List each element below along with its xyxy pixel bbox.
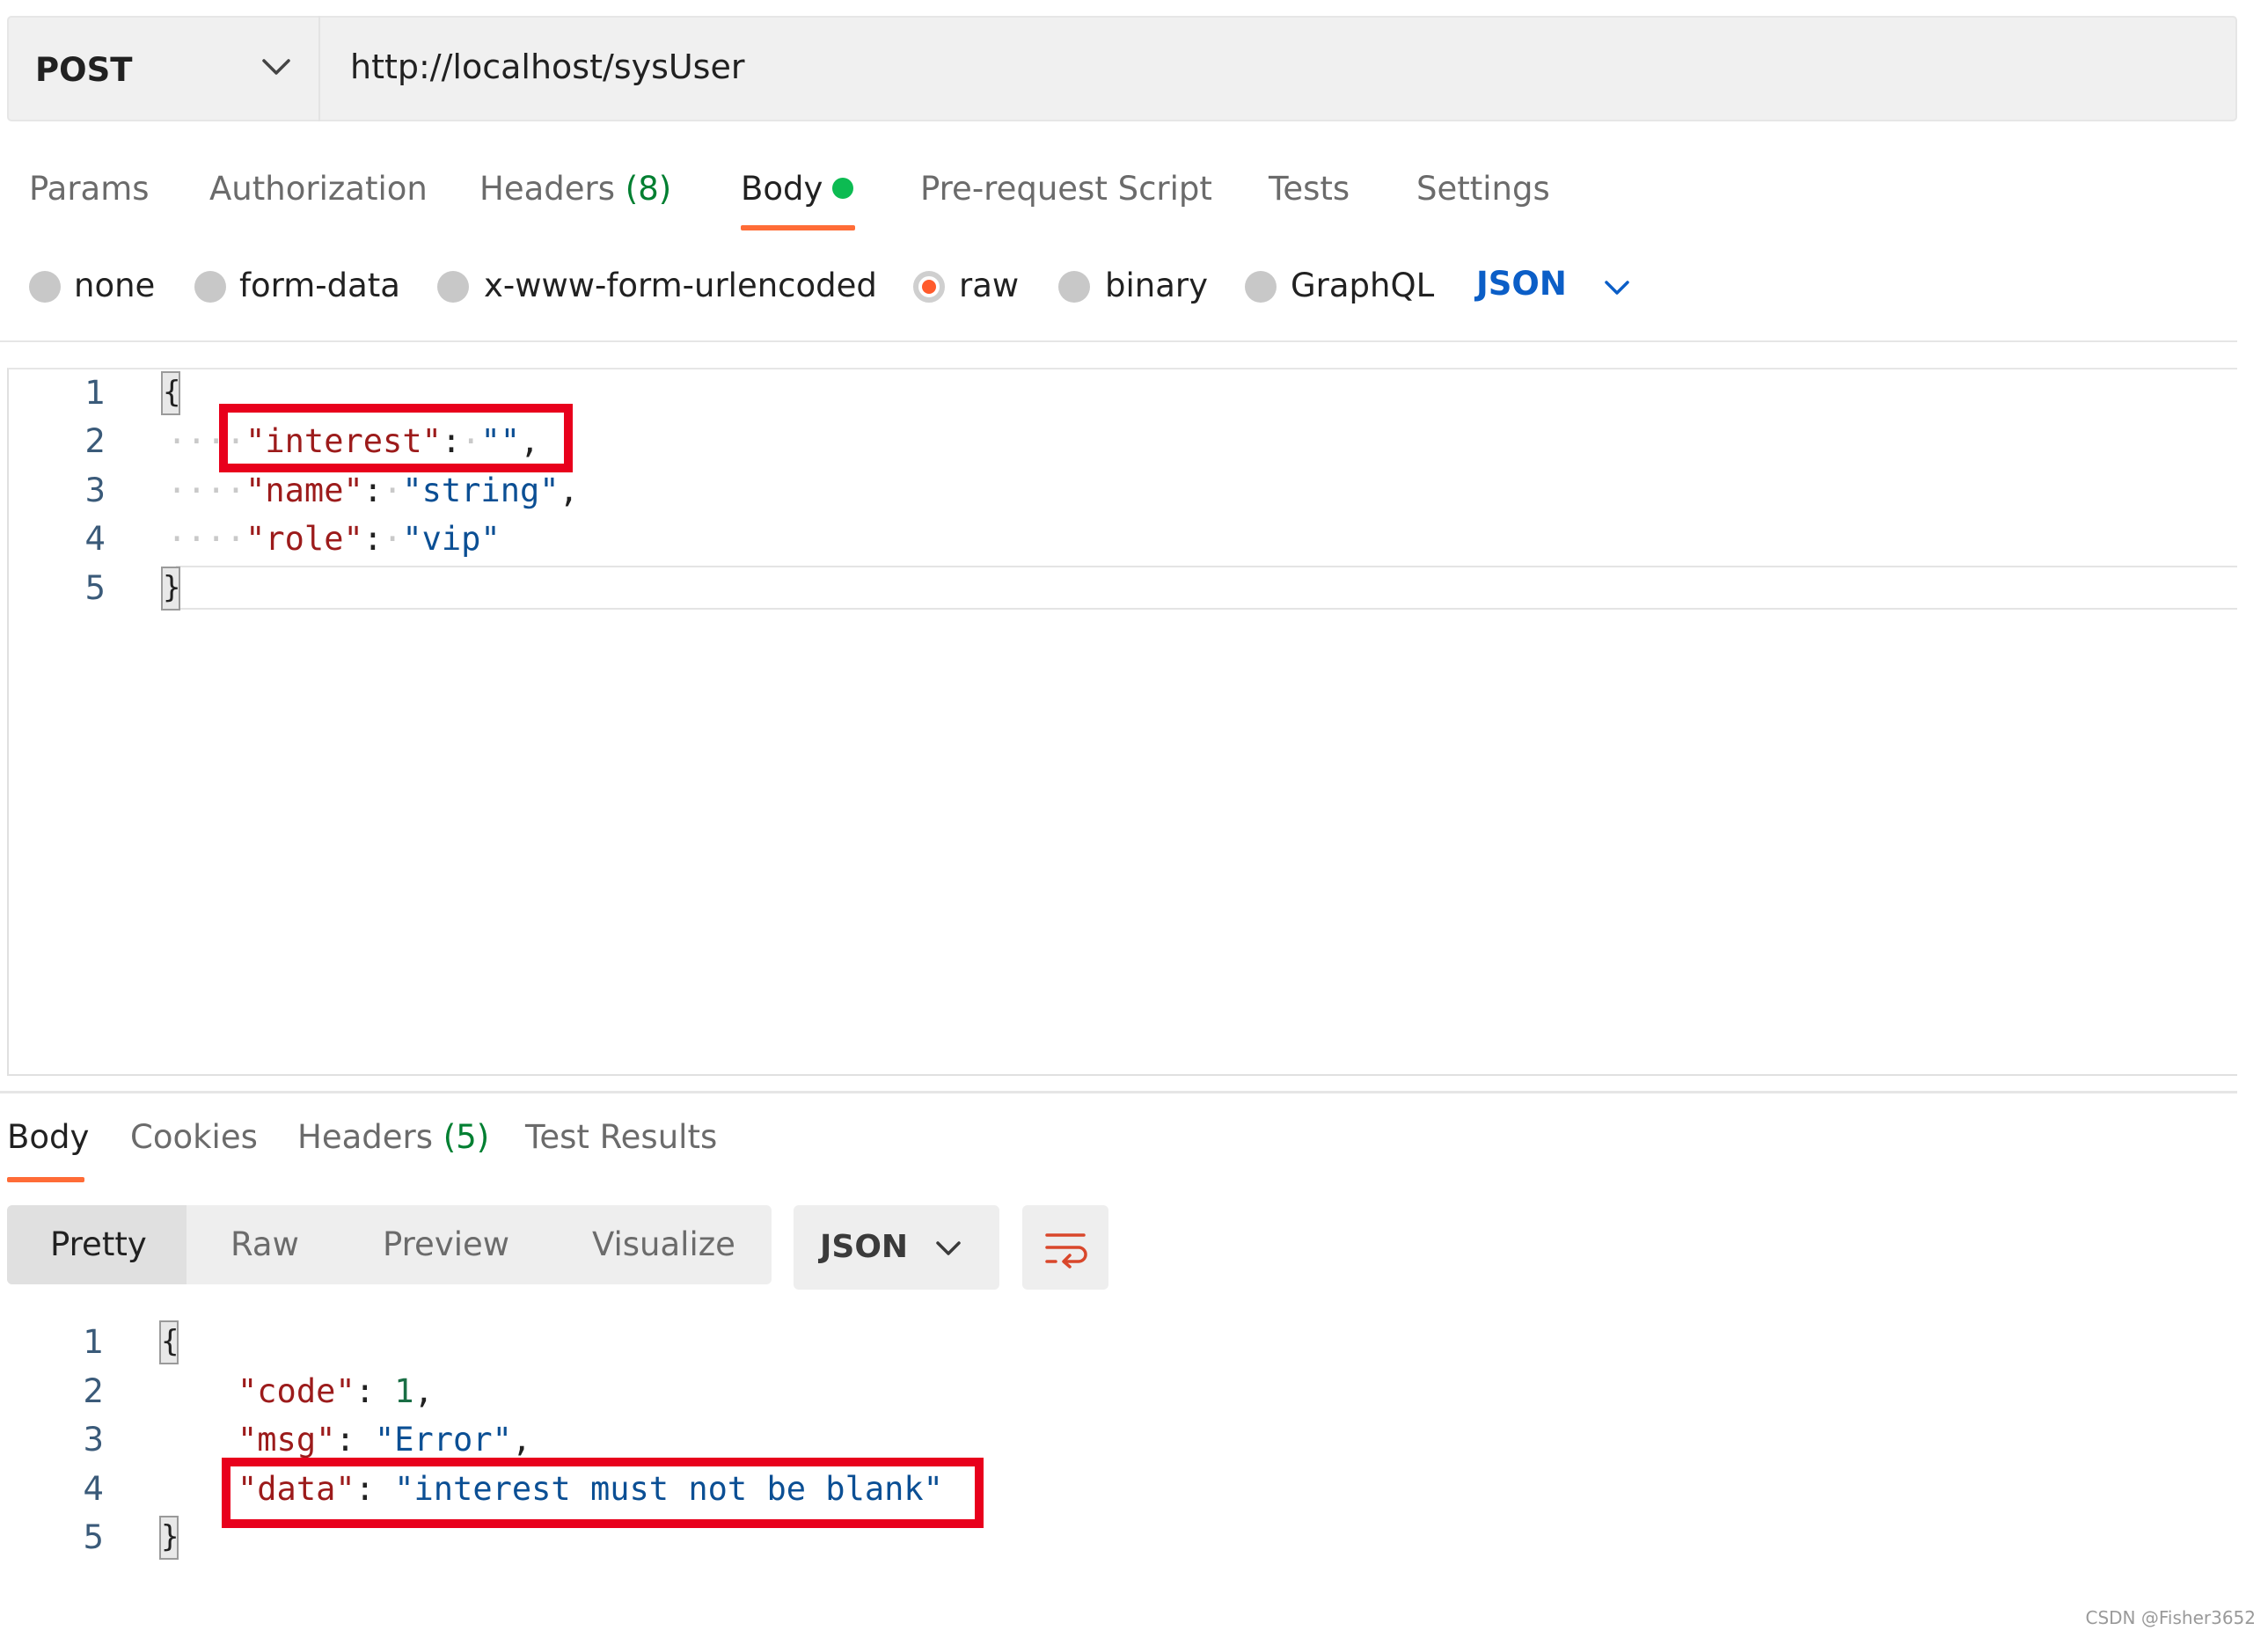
json-key: "code" <box>238 1372 355 1410</box>
chevron-down-icon[interactable] <box>934 1239 962 1258</box>
indent-guide: ···· <box>167 520 246 558</box>
indent-guide: · <box>383 520 403 558</box>
tab-params[interactable]: Params <box>29 167 150 211</box>
radio-raw-label[interactable]: raw <box>959 264 1019 308</box>
json-value: "vip" <box>402 520 501 558</box>
close-brace: } <box>159 1516 179 1560</box>
radio-none[interactable] <box>29 271 61 303</box>
line-number: 5 <box>84 569 106 607</box>
tab-settings[interactable]: Settings <box>1416 167 1550 211</box>
response-tab-headers[interactable]: Headers (5) <box>297 1115 489 1159</box>
response-language-label: JSON <box>820 1229 909 1265</box>
line-number: 3 <box>83 1421 104 1459</box>
indent-guide: ···· <box>167 472 246 509</box>
tab-headers-count: (8) <box>625 170 672 208</box>
view-mode-raw[interactable]: Raw <box>230 1223 299 1267</box>
view-mode-visualize[interactable]: Visualize <box>592 1223 735 1267</box>
json-value: "string" <box>402 472 560 509</box>
tab-body[interactable]: Body <box>741 167 823 211</box>
line-number: 5 <box>83 1518 104 1556</box>
radio-x-www-form-urlencoded[interactable] <box>437 271 469 303</box>
wrap-lines-icon <box>1045 1233 1087 1269</box>
chevron-down-icon[interactable] <box>1603 278 1631 297</box>
close-brace: } <box>161 567 180 611</box>
radio-form-data[interactable] <box>194 271 226 303</box>
indent-guide: · <box>383 472 403 509</box>
line-number: 1 <box>84 374 106 412</box>
code-line: ····"role":·"vip" <box>167 520 501 558</box>
code-line: "msg": "Error", <box>238 1421 532 1459</box>
section-divider <box>0 1091 2237 1093</box>
tab-authorization[interactable]: Authorization <box>209 167 428 211</box>
radio-binary-label[interactable]: binary <box>1105 264 1208 308</box>
line-number: 2 <box>84 422 106 460</box>
line-number: 4 <box>83 1470 104 1508</box>
radio-form-data-label[interactable]: form-data <box>239 264 400 308</box>
json-key: "name" <box>245 472 363 509</box>
annotation-box <box>219 404 573 472</box>
open-brace: { <box>161 371 180 415</box>
radio-none-label[interactable]: none <box>74 264 155 308</box>
line-number: 4 <box>84 520 106 558</box>
body-language-select[interactable]: JSON <box>1476 262 1567 306</box>
active-line-highlight <box>176 566 2237 610</box>
response-tab-test-results[interactable]: Test Results <box>525 1115 717 1159</box>
code-line: "code": 1, <box>238 1372 434 1410</box>
tab-tests[interactable]: Tests <box>1269 167 1350 211</box>
method-label: POST <box>35 51 133 89</box>
response-tab-headers-count: (5) <box>443 1118 490 1156</box>
line-number: 1 <box>83 1323 104 1361</box>
json-trail: , <box>413 1372 434 1410</box>
tab-headers[interactable]: Headers (8) <box>479 167 671 211</box>
json-value: 1 <box>394 1372 414 1410</box>
body-status-dot <box>832 178 853 199</box>
active-tab-indicator <box>7 1177 84 1182</box>
chevron-down-icon[interactable] <box>260 56 292 77</box>
view-mode-pretty-label[interactable]: Pretty <box>50 1223 147 1267</box>
radio-graphql[interactable] <box>1245 271 1277 303</box>
response-tab-body[interactable]: Body <box>7 1115 89 1159</box>
radio-graphql-label[interactable]: GraphQL <box>1291 264 1434 308</box>
json-key: "msg" <box>238 1421 336 1459</box>
open-brace: { <box>159 1320 179 1364</box>
json-trail: , <box>511 1421 532 1459</box>
tab-pre-request-script[interactable]: Pre-request Script <box>920 167 1212 211</box>
line-number: 3 <box>84 472 106 509</box>
active-tab-indicator <box>741 225 855 230</box>
radio-raw-selected-dot <box>922 280 936 294</box>
response-tab-headers-label: Headers <box>297 1118 433 1156</box>
radio-binary[interactable] <box>1058 271 1090 303</box>
json-key: "role" <box>245 520 363 558</box>
json-value: "Error" <box>374 1421 512 1459</box>
line-number: 2 <box>83 1372 104 1410</box>
code-line: ····"name":·"string", <box>167 472 579 509</box>
url-input[interactable] <box>350 46 2198 88</box>
json-trail: , <box>559 472 579 509</box>
tab-headers-label: Headers <box>479 170 615 208</box>
view-mode-preview[interactable]: Preview <box>383 1223 509 1267</box>
section-divider <box>0 340 2237 342</box>
annotation-box <box>222 1458 984 1528</box>
response-tab-cookies[interactable]: Cookies <box>130 1115 258 1159</box>
radio-raw[interactable] <box>913 271 945 303</box>
radio-x-www-form-urlencoded-label[interactable]: x-www-form-urlencoded <box>484 264 877 308</box>
watermark: CSDN @Fisher3652 <box>2085 1607 2256 1628</box>
